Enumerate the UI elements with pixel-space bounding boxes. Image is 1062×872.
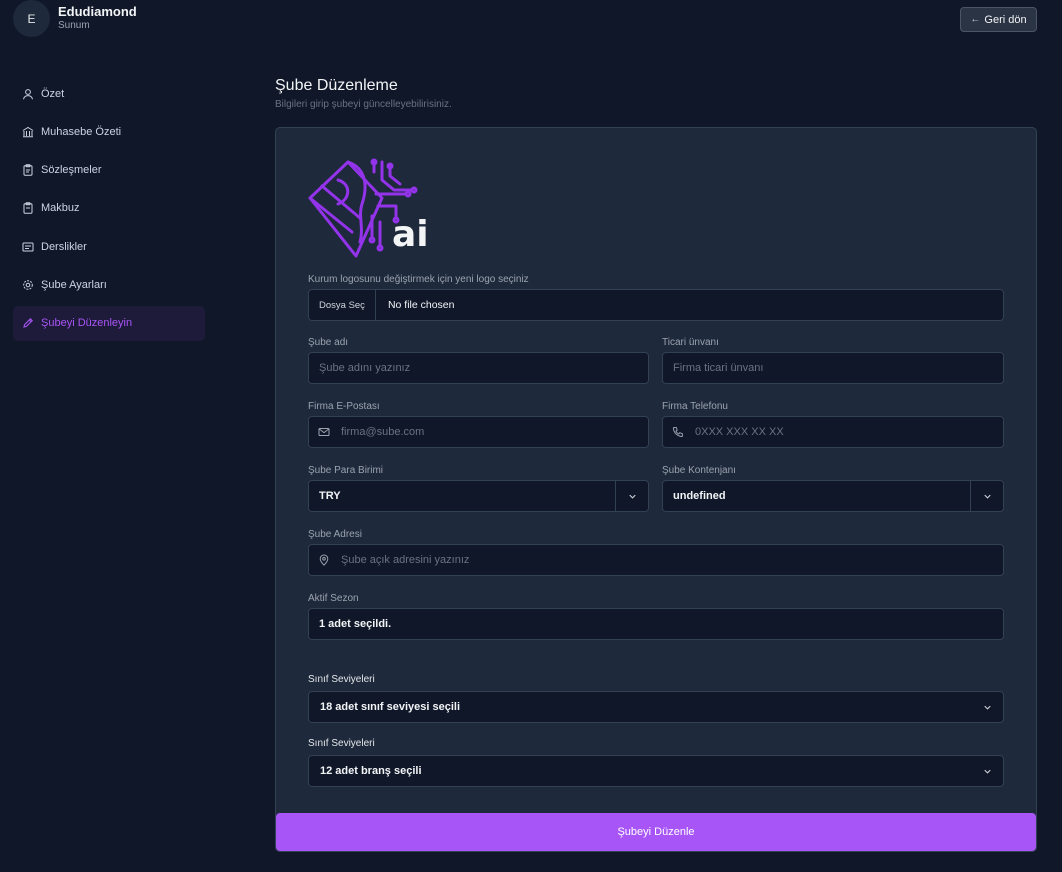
- sidebar-item-sozlesmeler[interactable]: Sözleşmeler: [13, 153, 205, 188]
- season-select[interactable]: 1 adet seçildi.: [308, 608, 1004, 640]
- season-value: 1 adet seçildi.: [319, 618, 392, 630]
- email-input[interactable]: firma@sube.com: [308, 416, 649, 448]
- phone-icon: [672, 426, 686, 438]
- page-subtitle: Bilgileri girip şubeyi güncelleyebiliris…: [275, 99, 452, 110]
- sidebar-item-subeyi-duzenleyin[interactable]: Şubeyi Düzenleyin: [13, 305, 205, 341]
- sidebar-item-label: Makbuz: [41, 202, 80, 215]
- select-divider: [615, 481, 616, 511]
- class-levels-select[interactable]: 18 adet sınıf seviyesi seçili: [308, 691, 1004, 723]
- avatar[interactable]: E: [13, 0, 50, 37]
- currency-select[interactable]: TRY: [308, 480, 649, 512]
- trade-title-input[interactable]: Firma ticari ünvanı: [662, 352, 1004, 384]
- sidebar-item-label: Muhasebe Özeti: [41, 125, 122, 138]
- branches-select[interactable]: 12 adet branş seçili: [308, 755, 1004, 787]
- branches-value: 12 adet branş seçili: [320, 765, 422, 777]
- sidebar-item-muhasebe-ozeti[interactable]: Muhasebe Özeti: [13, 114, 205, 149]
- brand-name: Edudiamond: [58, 4, 137, 19]
- branches-label: Sınıf Seviyeleri: [308, 738, 375, 749]
- gear-icon: [22, 279, 34, 291]
- sidebar-item-derslikler[interactable]: Derslikler: [13, 229, 205, 264]
- sidebar-item-sube-ayarlari[interactable]: Şube Ayarları: [13, 267, 205, 302]
- branch-name-input[interactable]: Şube adını yazınız: [308, 352, 649, 384]
- phone-placeholder: 0XXX XXX XX XX: [695, 426, 784, 438]
- trade-title-placeholder: Firma ticari ünvanı: [673, 362, 764, 374]
- trade-title-label: Ticari ünvanı: [662, 337, 719, 348]
- phone-label: Firma Telefonu: [662, 401, 728, 412]
- phone-input[interactable]: 0XXX XXX XX XX: [662, 416, 1004, 448]
- sidebar-item-label: Şube Ayarları: [41, 278, 107, 291]
- email-label: Firma E-Postası: [308, 401, 380, 412]
- file-name: No file chosen: [387, 299, 455, 311]
- clipboard-icon: [22, 164, 34, 176]
- sidebar-item-label: Özet: [41, 87, 65, 100]
- mail-icon: [318, 426, 332, 438]
- class-levels-label: Sınıf Seviyeleri: [308, 674, 375, 685]
- page-title: Şube Düzenleme: [275, 77, 398, 94]
- submit-button[interactable]: Şubeyi Düzenle: [276, 813, 1036, 851]
- brand-subtitle: Sunum: [58, 20, 90, 31]
- sidebar: Özet Muhasebe Özeti Sözleşmeler Makbuz D…: [13, 76, 205, 344]
- sidebar-item-label: Derslikler: [41, 240, 87, 253]
- season-label: Aktif Sezon: [308, 593, 359, 604]
- sidebar-item-label: Sözleşmeler: [41, 164, 102, 177]
- top-bar: E Edudiamond Sunum ← Geri dön: [0, 0, 1062, 44]
- address-input[interactable]: Şube açık adresini yazınız: [308, 544, 1004, 576]
- address-label: Şube Adresi: [308, 529, 362, 540]
- class-levels-value: 18 adet sınıf seviyesi seçili: [320, 701, 461, 713]
- chevron-down-icon: [982, 692, 993, 722]
- logo-text: ai: [392, 214, 429, 255]
- sidebar-item-ozet[interactable]: Özet: [13, 76, 205, 111]
- user-icon: [22, 88, 34, 100]
- branch-logo: ai: [308, 158, 433, 258]
- classroom-icon: [22, 241, 34, 253]
- clipboard-icon: [22, 202, 34, 215]
- back-button[interactable]: ← Geri dön: [960, 7, 1037, 32]
- quota-label: Şube Kontenjanı: [662, 465, 736, 476]
- currency-value: TRY: [319, 490, 341, 502]
- currency-label: Şube Para Birimi: [308, 465, 384, 476]
- quota-value: undefined: [673, 490, 726, 502]
- logo-file-input[interactable]: Dosya Seç No file chosen: [308, 289, 1004, 321]
- address-placeholder: Şube açık adresini yazınız: [341, 554, 470, 566]
- logo-label: Kurum logosunu değiştirmek için yeni log…: [308, 274, 529, 285]
- select-divider: [970, 481, 971, 511]
- sidebar-item-label: Şubeyi Düzenleyin: [41, 317, 133, 330]
- file-select-button[interactable]: Dosya Seç: [309, 290, 376, 320]
- quota-select[interactable]: undefined: [662, 480, 1004, 512]
- sidebar-item-makbuz[interactable]: Makbuz: [13, 191, 205, 226]
- back-button-label: Geri dön: [984, 13, 1027, 26]
- pencil-icon: [22, 317, 34, 329]
- bank-icon: [22, 126, 34, 138]
- chevron-down-icon: [982, 756, 993, 786]
- branch-name-placeholder: Şube adını yazınız: [319, 362, 411, 374]
- arrow-left-icon: ←: [970, 14, 981, 25]
- chevron-down-icon: [982, 481, 993, 511]
- map-pin-icon: [318, 554, 332, 566]
- edit-branch-form: ai Kurum logosunu değiştirmek için yeni …: [275, 127, 1037, 852]
- email-placeholder: firma@sube.com: [341, 426, 425, 438]
- branch-name-label: Şube adı: [308, 337, 349, 348]
- chevron-down-icon: [627, 481, 638, 511]
